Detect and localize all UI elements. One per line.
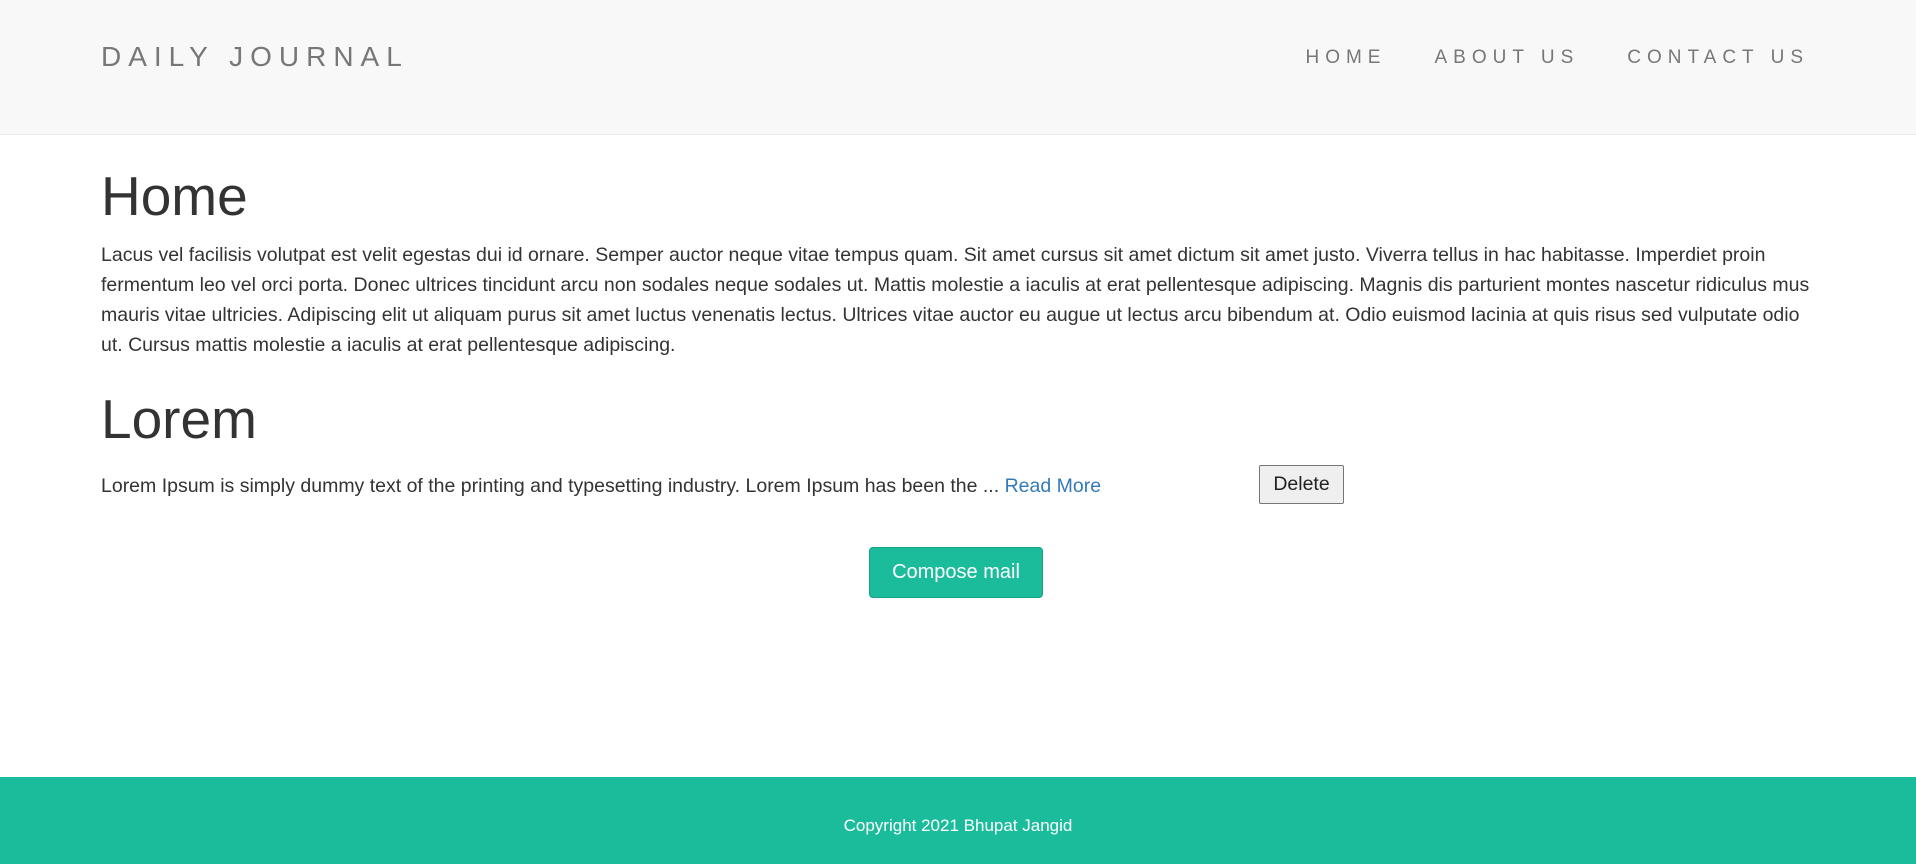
- page: DAILY JOURNAL HOME ABOUT US CONTACT US H…: [0, 0, 1916, 864]
- post-row: Lorem Ipsum is simply dummy text of the …: [101, 464, 1816, 508]
- nav-link-about-us[interactable]: ABOUT US: [1434, 47, 1579, 69]
- page-title: Home: [101, 165, 248, 227]
- navbar: DAILY JOURNAL HOME ABOUT US CONTACT US: [0, 0, 1916, 135]
- nav-links: HOME ABOUT US CONTACT US: [1305, 47, 1809, 69]
- post-title: Lorem: [101, 388, 257, 450]
- nav-link-home[interactable]: HOME: [1305, 47, 1386, 69]
- post-excerpt: Lorem Ipsum is simply dummy text of the …: [101, 475, 1000, 497]
- footer: Copyright 2021 Bhupat Jangid: [0, 777, 1916, 864]
- home-intro-text: Lacus vel facilisis volutpat est velit e…: [101, 244, 1810, 356]
- brand-logo-link[interactable]: DAILY JOURNAL: [101, 41, 409, 73]
- read-more-link[interactable]: Read More: [1005, 475, 1101, 497]
- copyright-text: Copyright 2021 Bhupat Jangid: [843, 816, 1073, 835]
- nav-link-contact-us[interactable]: CONTACT US: [1627, 47, 1809, 69]
- post-excerpt-line: Lorem Ipsum is simply dummy text of the …: [101, 471, 1101, 501]
- compose-mail-button[interactable]: Compose mail: [869, 547, 1043, 598]
- delete-button[interactable]: Delete: [1259, 465, 1344, 504]
